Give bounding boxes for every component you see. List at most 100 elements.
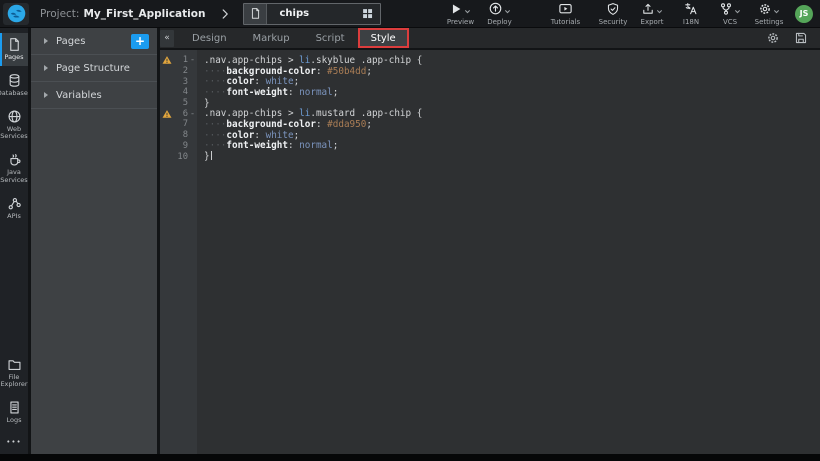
sidebar-item-label: Logs bbox=[7, 417, 22, 425]
line-number: 5 bbox=[173, 98, 188, 108]
wavemaker-logo-icon[interactable] bbox=[3, 3, 29, 25]
tab-markup[interactable]: Markup bbox=[240, 28, 303, 48]
bottom-bar bbox=[0, 454, 820, 461]
gutter-cell: 6- bbox=[160, 108, 197, 119]
topbar-action-preview[interactable]: Preview bbox=[445, 1, 475, 26]
play-icon bbox=[449, 2, 463, 16]
database-icon bbox=[7, 73, 22, 88]
code-text: ····font-weight: normal; bbox=[197, 87, 338, 98]
sidebar-item-label: Web Services bbox=[0, 126, 28, 142]
logs-icon bbox=[7, 400, 22, 415]
gutter-cell: 9 bbox=[160, 141, 197, 152]
gutter-cell: 3 bbox=[160, 76, 197, 87]
explorer-section-variables[interactable]: Variables bbox=[31, 82, 157, 109]
code-text: .nav.app-chips > li.skyblue .app-chip { bbox=[197, 55, 422, 66]
topbar-action-icon-row bbox=[684, 1, 698, 16]
sidebar-item-apis[interactable]: APIs bbox=[0, 192, 28, 225]
topbar-action-export[interactable]: Export bbox=[637, 1, 667, 26]
code-text: .nav.app-chips > li.mustard .app-chip { bbox=[197, 108, 422, 119]
topbar-action-label: Settings bbox=[755, 18, 784, 26]
topbar-action-icon-row bbox=[719, 1, 741, 16]
line-number: 9 bbox=[173, 141, 188, 151]
text-cursor bbox=[211, 151, 212, 160]
topbar-action-i18n[interactable]: I18N bbox=[676, 1, 706, 26]
style-code-editor[interactable]: 1-.nav.app-chips > li.skyblue .app-chip … bbox=[160, 50, 820, 454]
caret-down-icon bbox=[504, 8, 511, 15]
caret-down-icon bbox=[773, 8, 780, 15]
topbar-action-label: VCS bbox=[723, 18, 737, 26]
topbar-action-label: Deploy bbox=[487, 18, 512, 26]
branch-icon bbox=[719, 2, 733, 16]
editor-settings-button[interactable] bbox=[766, 31, 780, 45]
folder-icon bbox=[7, 357, 22, 372]
topbar-action-tutorials[interactable]: Tutorials bbox=[550, 1, 580, 26]
code-line[interactable]: 5} bbox=[160, 98, 820, 109]
main-area: Pages Databases Web Services Java Services A… bbox=[0, 28, 820, 454]
topbar-action-security[interactable]: Security bbox=[598, 1, 628, 26]
code-text: ····background-color: #50b4dd; bbox=[197, 66, 372, 77]
tab-script[interactable]: Script bbox=[303, 28, 358, 48]
code-line[interactable]: 8····color: white; bbox=[160, 130, 820, 141]
code-line[interactable]: 10} bbox=[160, 151, 820, 162]
sidebar-item-file-explorer[interactable]: File Explorer bbox=[0, 353, 28, 394]
explorer-section-label: Pages bbox=[56, 36, 85, 47]
deploy-icon bbox=[488, 1, 503, 16]
fold-marker[interactable]: - bbox=[188, 109, 197, 119]
code-text: ····font-weight: normal; bbox=[197, 140, 338, 151]
fold-marker[interactable]: - bbox=[188, 55, 197, 65]
add-page-button[interactable]: + bbox=[131, 34, 149, 49]
translate-icon bbox=[684, 2, 698, 16]
export-icon bbox=[641, 2, 655, 16]
topbar-action-deploy[interactable]: Deploy bbox=[484, 1, 514, 26]
sidebar-item-pages[interactable]: Pages bbox=[0, 33, 28, 66]
warning-icon bbox=[160, 109, 173, 119]
topbar-actions-right: Security Export I18N VCS Settings bbox=[598, 1, 791, 26]
code-line[interactable]: 2 ····background-color: #50b4dd; bbox=[160, 66, 820, 77]
save-button[interactable] bbox=[794, 31, 808, 45]
coffee-icon bbox=[7, 152, 22, 167]
code-line[interactable]: 9 ····font-weight: normal; bbox=[160, 141, 820, 152]
sidebar-item-label: File Explorer bbox=[0, 374, 28, 390]
code-line[interactable]: 6-.nav.app-chips > li.mustard .app-chip … bbox=[160, 108, 820, 119]
line-number: 6 bbox=[173, 109, 188, 119]
topbar-action-icon-row bbox=[606, 1, 620, 16]
sidebar-more-button[interactable]: ••• bbox=[0, 438, 28, 446]
topbar-action-label: Preview bbox=[447, 18, 474, 26]
tab-style[interactable]: Style bbox=[358, 28, 409, 48]
page-tab-chips[interactable]: chips bbox=[243, 3, 381, 25]
line-number: 2 bbox=[173, 66, 188, 76]
widgets-grid-icon[interactable] bbox=[361, 7, 374, 20]
sidebar-item-databases[interactable]: Databases bbox=[0, 69, 28, 102]
topbar-action-icon-row bbox=[488, 1, 511, 16]
line-number: 8 bbox=[173, 130, 188, 140]
sidebar-spacer bbox=[0, 228, 28, 353]
gutter-cell: 4 bbox=[160, 87, 197, 98]
code-text: ····color: white; bbox=[197, 76, 299, 87]
topbar-action-settings[interactable]: Settings bbox=[754, 1, 784, 26]
gutter-cell: 1- bbox=[160, 55, 197, 66]
topbar-action-vcs[interactable]: VCS bbox=[715, 1, 745, 26]
sidebar-item-logs[interactable]: Logs bbox=[0, 396, 28, 429]
topbar-action-label: Tutorials bbox=[551, 18, 580, 26]
explorer-section-pages[interactable]: Pages + bbox=[31, 28, 157, 55]
caret-down-icon bbox=[656, 8, 663, 15]
caret-right-icon bbox=[44, 65, 48, 71]
tutorials-icon bbox=[558, 1, 573, 16]
editor-tab-bar: « DesignMarkupScriptStyle bbox=[160, 28, 820, 50]
topbar-action-icon-row bbox=[641, 1, 663, 16]
page-tab-label: chips bbox=[267, 8, 309, 19]
explorer-section-page-structure[interactable]: Page Structure bbox=[31, 55, 157, 82]
code-line[interactable]: 1-.nav.app-chips > li.skyblue .app-chip … bbox=[160, 55, 820, 66]
code-line[interactable]: 3····color: white; bbox=[160, 76, 820, 87]
sidebar-item-java-services[interactable]: Java Services bbox=[0, 148, 28, 189]
user-avatar[interactable]: JS bbox=[795, 5, 813, 23]
tab-design[interactable]: Design bbox=[179, 28, 240, 48]
editor-toolbar bbox=[766, 28, 808, 48]
sidebar-item-web-services[interactable]: Web Services bbox=[0, 105, 28, 146]
code-line[interactable]: 7····background-color: #dda950; bbox=[160, 119, 820, 130]
collapse-panel-button[interactable]: « bbox=[160, 30, 174, 47]
file-icon bbox=[244, 4, 267, 24]
code-text: ····background-color: #dda950; bbox=[197, 119, 372, 130]
code-text: } bbox=[197, 98, 210, 109]
code-line[interactable]: 4····font-weight: normal; bbox=[160, 87, 820, 98]
